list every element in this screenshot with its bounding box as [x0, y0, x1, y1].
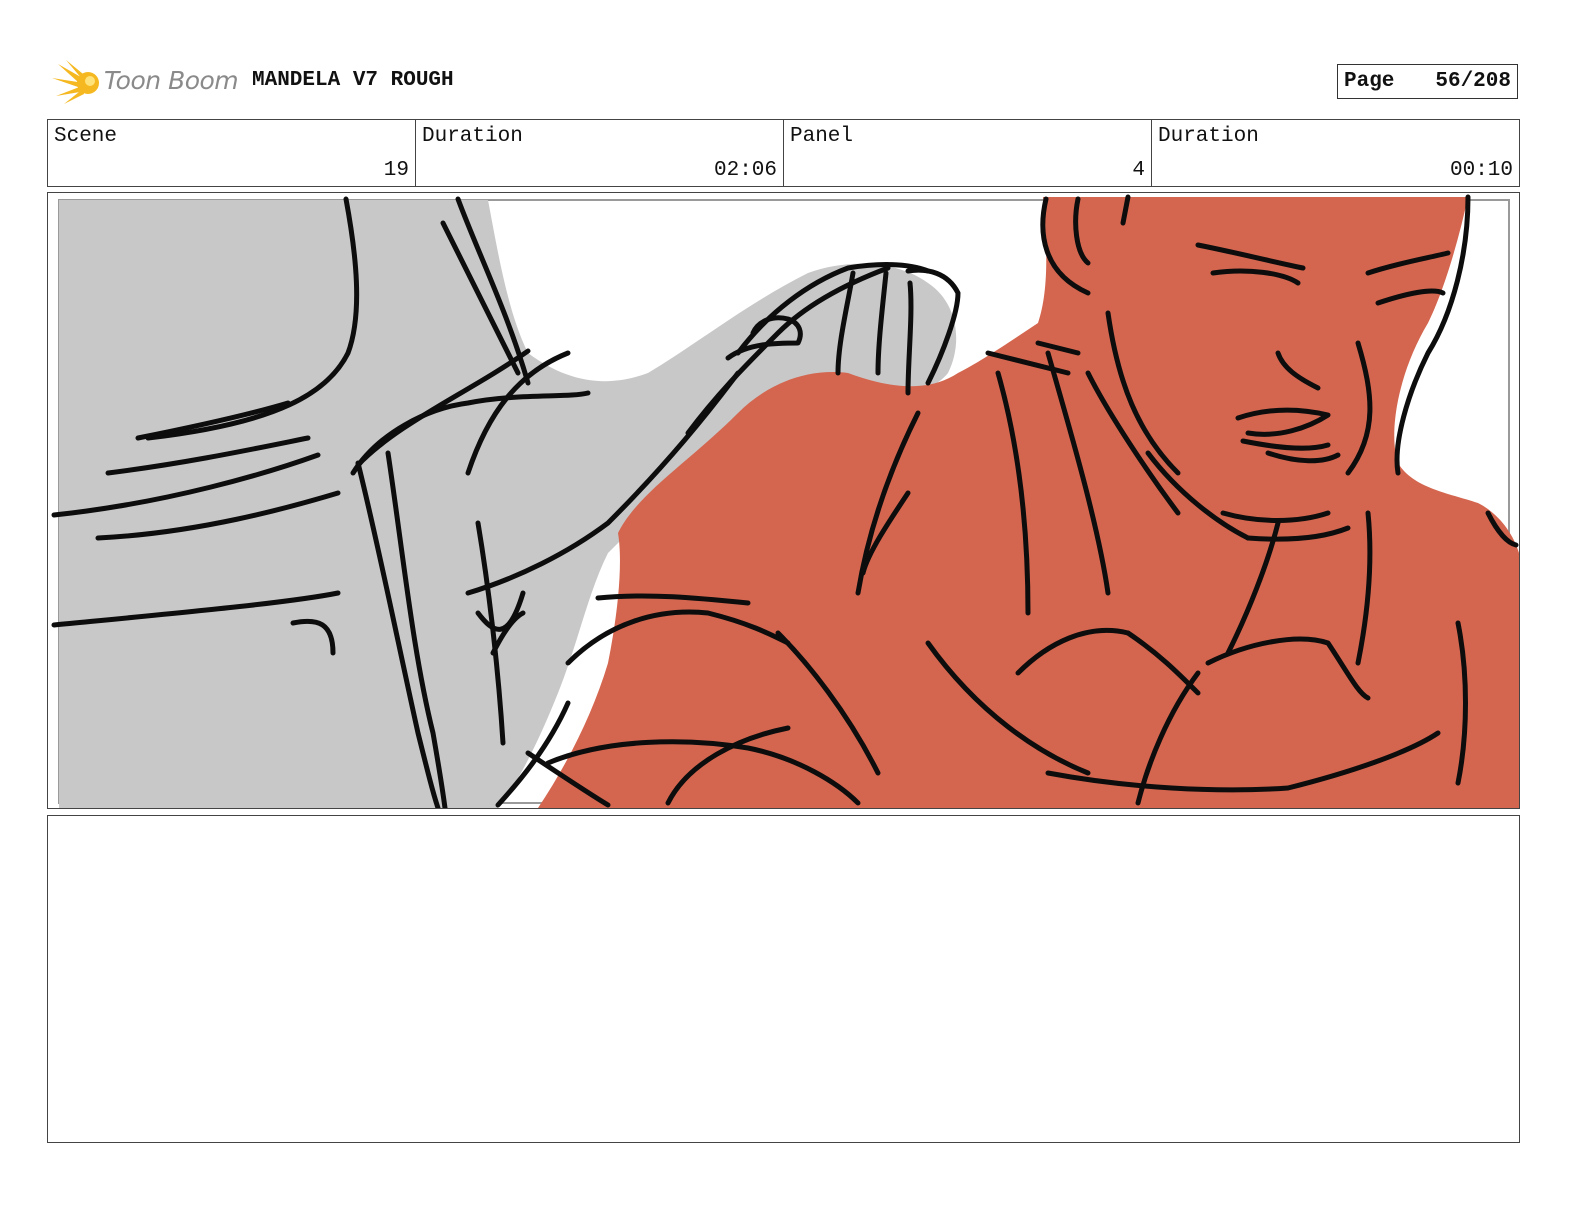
scene-value: 19 — [383, 159, 409, 182]
storyboard-panel-image — [47, 192, 1520, 809]
panel-cell: Panel 4 — [784, 120, 1152, 186]
panel-value: 4 — [1132, 159, 1145, 182]
page-number: 56/208 — [1435, 70, 1511, 93]
panel-duration-cell: Duration 00:10 — [1152, 120, 1519, 186]
panel-label: Panel — [790, 125, 854, 148]
document-title: MANDELA V7 ROUGH — [252, 69, 454, 92]
brand-name: Toon Boom — [104, 66, 239, 95]
page-indicator: Page 56/208 — [1337, 64, 1518, 99]
panel-sketch — [51, 194, 1519, 808]
scene-duration-cell: Duration 02:06 — [416, 120, 784, 186]
scene-cell: Scene 19 — [48, 120, 416, 186]
panel-duration-value: 00:10 — [1449, 159, 1513, 182]
scene-duration-value: 02:06 — [713, 159, 777, 182]
panel-notes-box — [47, 815, 1520, 1143]
storyboard-header: Toon Boom MANDELA V7 ROUGH — [52, 58, 532, 106]
scene-label: Scene — [54, 125, 118, 148]
toon-boom-logo-icon — [52, 60, 99, 104]
panel-duration-label: Duration — [1158, 125, 1259, 148]
page-label: Page — [1344, 70, 1395, 93]
red-figure-fill — [538, 197, 1519, 808]
scene-info-table: Scene 19 Duration 02:06 Panel 4 Duration… — [47, 119, 1520, 187]
scene-duration-label: Duration — [422, 125, 523, 148]
